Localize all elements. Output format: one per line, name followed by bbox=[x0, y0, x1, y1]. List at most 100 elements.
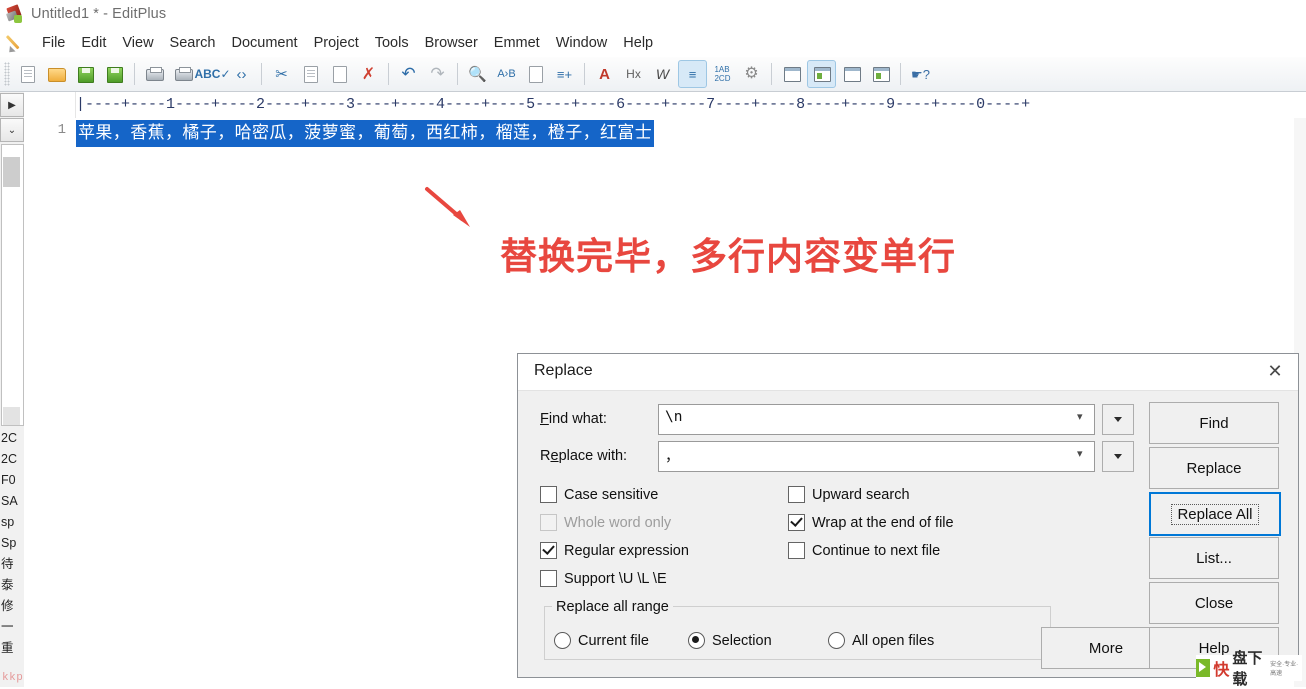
save-all-button[interactable] bbox=[101, 61, 128, 87]
word-wrap-button[interactable]: W bbox=[649, 61, 676, 87]
list-item[interactable]: SA bbox=[1, 491, 24, 512]
view-in-browser-button[interactable]: ‹› bbox=[228, 61, 255, 87]
word-wrap-icon: W bbox=[655, 66, 670, 82]
menu-item-file[interactable]: File bbox=[34, 32, 73, 54]
upward-search-checkbox[interactable]: Upward search bbox=[788, 486, 910, 503]
paste-button[interactable] bbox=[326, 61, 353, 87]
radio-dot bbox=[688, 632, 705, 649]
document-selector-button[interactable] bbox=[778, 61, 805, 87]
toolbar-grip[interactable] bbox=[4, 62, 10, 86]
output-window-button[interactable] bbox=[867, 61, 894, 87]
list-item[interactable]: 2C bbox=[1, 428, 24, 449]
list-item[interactable]: 修 bbox=[1, 596, 24, 617]
save-button[interactable] bbox=[72, 61, 99, 87]
range-selection-radio[interactable]: Selection bbox=[688, 632, 772, 649]
new-document-button[interactable] bbox=[14, 61, 41, 87]
format-button[interactable]: A bbox=[591, 61, 618, 87]
continue-to-next-file-checkbox[interactable]: Continue to next file bbox=[788, 542, 940, 559]
dock-scroll-track[interactable] bbox=[3, 407, 20, 425]
list-item[interactable]: 2C bbox=[1, 449, 24, 470]
menu-item-emmet[interactable]: Emmet bbox=[486, 32, 548, 54]
list-item[interactable]: 泰 bbox=[1, 575, 24, 596]
list-item[interactable]: F0 bbox=[1, 470, 24, 491]
close-button[interactable]: Close bbox=[1149, 582, 1279, 624]
radio-label: Current file bbox=[578, 632, 649, 649]
replace-all-button[interactable]: Replace All bbox=[1149, 492, 1281, 536]
menu-item-document[interactable]: Document bbox=[224, 32, 306, 54]
menu-item-edit[interactable]: Edit bbox=[73, 32, 114, 54]
replace-button[interactable]: Replace bbox=[1149, 447, 1279, 489]
toggle-case-icon: 1AB 2CD bbox=[714, 65, 731, 83]
list-item[interactable]: sp bbox=[1, 512, 24, 533]
replace-button-toolbar[interactable]: A›B bbox=[493, 61, 520, 87]
range-all-open-files-radio[interactable]: All open files bbox=[828, 632, 934, 649]
redo-button[interactable]: ↷ bbox=[424, 61, 451, 87]
replace-with-input[interactable]: ， ▾ bbox=[658, 441, 1095, 472]
dock-collapse-button[interactable]: ▶ bbox=[0, 93, 24, 117]
menu-item-tools[interactable]: Tools bbox=[367, 32, 417, 54]
goto-line-icon: ≡+ bbox=[556, 66, 573, 82]
list-button[interactable]: List... bbox=[1149, 537, 1279, 579]
cut-button[interactable]: ✂ bbox=[268, 61, 295, 87]
list-item[interactable]: 一 bbox=[1, 617, 24, 638]
hex-view-button[interactable]: Hx bbox=[620, 61, 647, 87]
dock-scroll-area[interactable] bbox=[1, 144, 24, 426]
context-help-icon: ☛? bbox=[911, 66, 930, 82]
print-preview-icon bbox=[145, 65, 164, 83]
dock-scroll-thumb[interactable] bbox=[3, 157, 20, 187]
menu-item-help[interactable]: Help bbox=[615, 32, 661, 54]
undo-icon: ↶ bbox=[401, 64, 416, 83]
checkbox-box bbox=[540, 486, 557, 503]
toggle-case-button[interactable]: 1AB 2CD bbox=[709, 61, 736, 87]
chevron-down-icon[interactable]: ▾ bbox=[1077, 449, 1087, 460]
watermark-bottom-right: 快 盘下载 安全·专业·高速 bbox=[1196, 650, 1302, 688]
line-number: 1 bbox=[57, 122, 66, 138]
find-what-history-button[interactable] bbox=[1102, 404, 1134, 435]
open-file-button[interactable] bbox=[43, 61, 70, 87]
find-button-toolbar[interactable]: 🔍 bbox=[464, 61, 491, 87]
dock-expand-button[interactable]: ⌄ bbox=[0, 118, 24, 142]
print-button[interactable] bbox=[170, 61, 197, 87]
menu-item-project[interactable]: Project bbox=[306, 32, 367, 54]
watermark-tagline: 安全·专业·高速 bbox=[1270, 662, 1299, 677]
regular-expression-checkbox[interactable]: Regular expression bbox=[540, 542, 689, 559]
list-item[interactable]: 重 bbox=[1, 638, 24, 659]
case-sensitive-checkbox[interactable]: Case sensitive bbox=[540, 486, 658, 503]
editplus-icon bbox=[5, 3, 25, 24]
copy-icon bbox=[301, 65, 320, 83]
menu-item-window[interactable]: Window bbox=[548, 32, 616, 54]
directory-window-button[interactable] bbox=[807, 60, 836, 88]
goto-line-button[interactable]: ≡+ bbox=[551, 61, 578, 87]
menu-item-view[interactable]: View bbox=[114, 32, 161, 54]
menu-item-browser[interactable]: Browser bbox=[417, 32, 486, 54]
print-preview-button[interactable] bbox=[141, 61, 168, 87]
preferences-button[interactable]: ⚙ bbox=[738, 61, 765, 87]
find-what-input[interactable]: \n ▾ bbox=[658, 404, 1095, 435]
close-icon[interactable]: ✕ bbox=[1252, 354, 1298, 389]
toolbar: ABC✓ ‹› ✂ ✗ ↶ ↷ 🔍 A›B ≡+ A Hx W ≡ 1AB 2CD… bbox=[0, 57, 1306, 92]
list-item[interactable]: 待 bbox=[1, 554, 24, 575]
spell-check-button[interactable]: ABC✓ bbox=[194, 61, 230, 87]
range-current-file-radio[interactable]: Current file bbox=[554, 632, 649, 649]
chevron-down-icon[interactable]: ▾ bbox=[1077, 412, 1087, 423]
dialog-title: Replace bbox=[534, 362, 593, 379]
find-button[interactable]: Find bbox=[1149, 402, 1279, 444]
editor-line-selected[interactable]: 苹果，香蕉，橘子，哈密瓜，菠萝蜜，葡萄，西红柿，榴莲，橙子，红富士 bbox=[76, 120, 655, 147]
context-help-button[interactable]: ☛? bbox=[907, 61, 934, 87]
cliptext-list[interactable]: 2C 2C F0 SA sp Sp 待 泰 修 一 重 bbox=[0, 428, 24, 659]
window-title: Untitled1 * - EditPlus bbox=[31, 6, 167, 22]
cliptext-window-button[interactable] bbox=[838, 61, 865, 87]
undo-button[interactable]: ↶ bbox=[395, 61, 422, 87]
delete-button[interactable]: ✗ bbox=[355, 61, 382, 87]
replace-with-history-button[interactable] bbox=[1102, 441, 1134, 472]
find-next-button[interactable] bbox=[522, 61, 549, 87]
indent-button[interactable]: ≡ bbox=[678, 60, 707, 88]
support-case-escape-checkbox[interactable]: Support \U \L \E bbox=[540, 570, 667, 587]
radio-dot bbox=[828, 632, 845, 649]
menu-item-search[interactable]: Search bbox=[162, 32, 224, 54]
wrap-at-end-of-file-checkbox[interactable]: Wrap at the end of file bbox=[788, 514, 954, 531]
list-item[interactable]: Sp bbox=[1, 533, 24, 554]
checkbox-box bbox=[540, 542, 557, 559]
cliptext-window-icon bbox=[842, 65, 861, 83]
copy-button[interactable] bbox=[297, 61, 324, 87]
